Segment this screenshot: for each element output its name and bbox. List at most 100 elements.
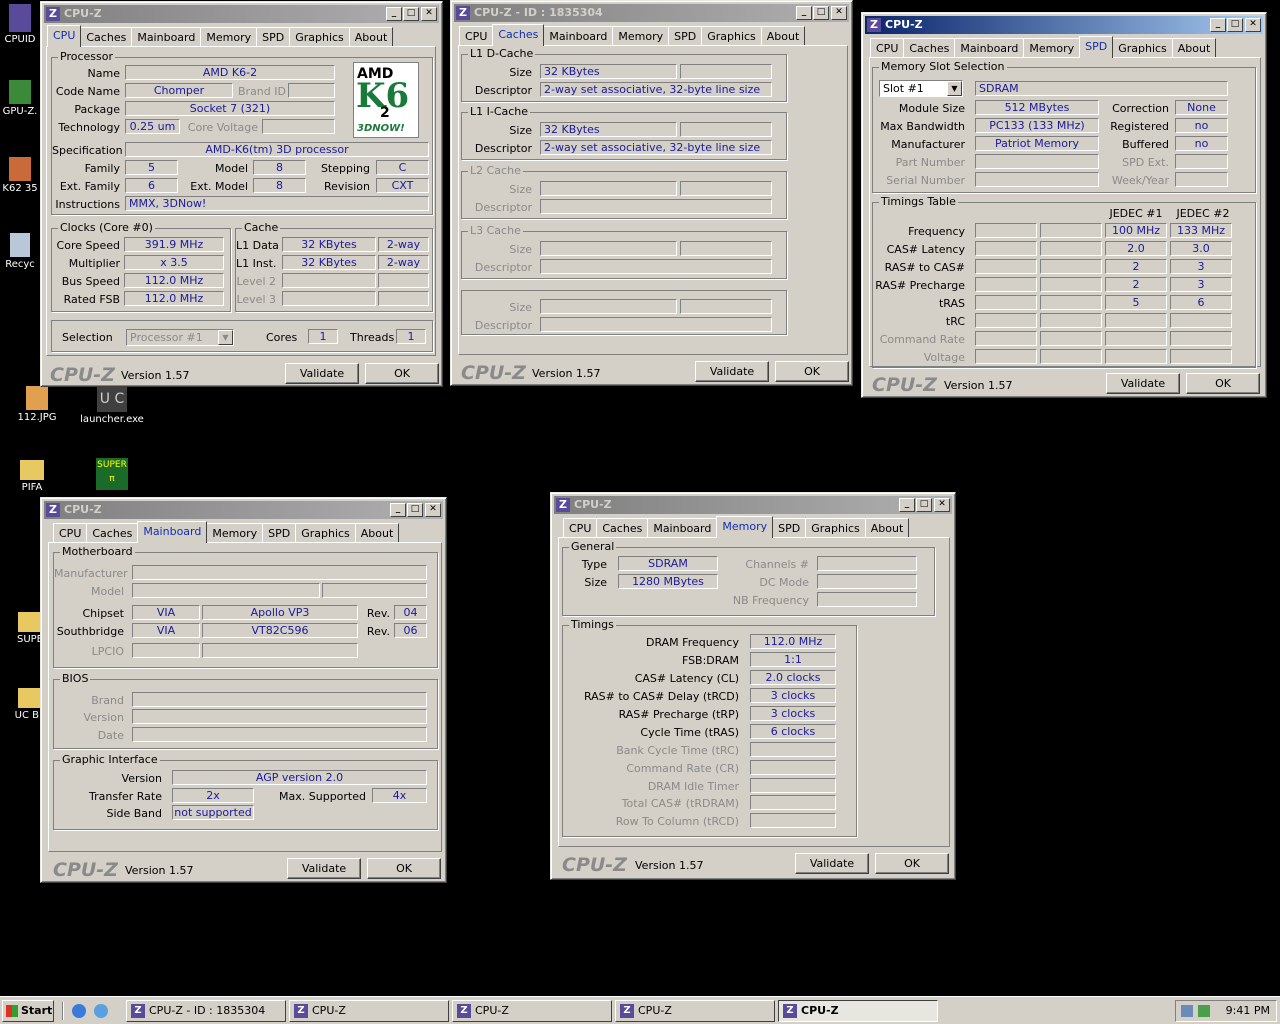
memory-size-value: 1280 MBytes bbox=[618, 574, 718, 589]
start-button[interactable]: Start bbox=[2, 1000, 54, 1022]
tab-about[interactable]: About bbox=[864, 518, 910, 538]
timing-cell bbox=[1040, 241, 1102, 256]
validate-button[interactable]: Validate bbox=[795, 853, 869, 874]
tab-mainboard[interactable]: Mainboard bbox=[131, 27, 202, 47]
tab-spd[interactable]: SPD bbox=[1079, 36, 1114, 58]
descriptor-label: Descriptor bbox=[474, 261, 532, 274]
tab-mainboard[interactable]: Mainboard bbox=[543, 26, 614, 46]
jedec2-frequency: 133 MHz bbox=[1170, 223, 1232, 238]
tab-spd[interactable]: SPD bbox=[256, 27, 291, 47]
timings-table-group: Timings Table JEDEC #1 JEDEC #2 Frequenc… bbox=[872, 195, 1256, 368]
tab-memory[interactable]: Memory bbox=[200, 27, 258, 47]
quicklaunch-icon[interactable] bbox=[94, 1004, 108, 1018]
maximize-button[interactable]: □ bbox=[813, 6, 829, 20]
validate-button[interactable]: Validate bbox=[695, 361, 769, 382]
tab-mainboard[interactable]: Mainboard bbox=[137, 521, 208, 543]
tab-memory[interactable]: Memory bbox=[612, 26, 670, 46]
tab-cpu[interactable]: CPU bbox=[47, 25, 82, 47]
close-button[interactable]: ✕ bbox=[934, 498, 950, 512]
tab-caches[interactable]: Caches bbox=[80, 27, 133, 47]
minimize-button[interactable]: _ bbox=[390, 503, 406, 517]
clock[interactable]: 9:41 PM bbox=[1226, 1004, 1270, 1017]
processor-select[interactable]: Processor #1 ▼ bbox=[126, 329, 234, 346]
x-descriptor-value bbox=[540, 317, 772, 332]
tab-memory[interactable]: Memory bbox=[1023, 38, 1081, 58]
tab-graphics[interactable]: Graphics bbox=[289, 27, 350, 47]
taskbar-item-cpuz-2[interactable]: Z CPU-Z bbox=[289, 1000, 449, 1022]
close-button[interactable]: ✕ bbox=[1245, 18, 1261, 32]
internet-explorer-icon[interactable] bbox=[72, 1004, 86, 1018]
tab-spd[interactable]: SPD bbox=[262, 523, 297, 543]
validate-button[interactable]: Validate bbox=[1106, 373, 1180, 394]
minimize-button[interactable]: _ bbox=[899, 498, 915, 512]
desktop-icon-recycle[interactable]: Recyc bbox=[0, 233, 40, 270]
tab-about[interactable]: About bbox=[760, 26, 806, 46]
tab-graphics[interactable]: Graphics bbox=[1112, 38, 1173, 58]
close-button[interactable]: ✕ bbox=[421, 7, 437, 21]
maximize-button[interactable]: □ bbox=[916, 498, 932, 512]
title-bar[interactable]: Z CPU-Z - ID : 1835304 _ □ ✕ bbox=[454, 4, 849, 22]
close-button[interactable]: ✕ bbox=[831, 6, 847, 20]
tab-memory[interactable]: Memory bbox=[716, 516, 774, 538]
tab-about[interactable]: About bbox=[348, 27, 394, 47]
taskbar-item-cpuz-3[interactable]: Z CPU-Z bbox=[452, 1000, 612, 1022]
tab-spd[interactable]: SPD bbox=[772, 518, 807, 538]
desktop-icon-launcher[interactable]: U C launcher.exe bbox=[76, 386, 148, 425]
ok-button[interactable]: OK bbox=[775, 361, 849, 382]
tray-app-icon[interactable] bbox=[1198, 1005, 1210, 1017]
tab-caches[interactable]: Caches bbox=[492, 24, 545, 46]
title-bar[interactable]: Z CPU-Z _ □ ✕ bbox=[865, 16, 1263, 34]
tab-cpu[interactable]: CPU bbox=[459, 26, 494, 46]
timings-group: Timings DRAM Frequency 112.0 MHz FSB:DRA… bbox=[562, 618, 857, 837]
descriptor-label: Descriptor bbox=[474, 84, 532, 97]
taskbar-item-cpuz-4[interactable]: Z CPU-Z bbox=[615, 1000, 775, 1022]
tab-caches[interactable]: Caches bbox=[86, 523, 139, 543]
validate-button[interactable]: Validate bbox=[285, 363, 359, 384]
tab-mainboard[interactable]: Mainboard bbox=[954, 38, 1025, 58]
title-bar[interactable]: Z CPU-Z _ □ ✕ bbox=[44, 5, 439, 23]
dram-frequency-value: 112.0 MHz bbox=[750, 634, 836, 649]
desktop-icon-k62[interactable]: K62 35 bbox=[0, 157, 40, 194]
maximize-button[interactable]: □ bbox=[403, 7, 419, 21]
minimize-button[interactable]: _ bbox=[796, 6, 812, 20]
desktop-icon-cpuid[interactable]: CPUID bbox=[0, 4, 40, 45]
tab-cpu[interactable]: CPU bbox=[870, 38, 905, 58]
desktop-icon-112jpg[interactable]: 112.JPG bbox=[12, 386, 62, 423]
desktop-icon-gpuz[interactable]: GPU-Z. bbox=[0, 80, 40, 117]
timing-cell bbox=[1105, 349, 1167, 364]
tab-about[interactable]: About bbox=[354, 523, 400, 543]
tab-cpu[interactable]: CPU bbox=[563, 518, 598, 538]
minimize-button[interactable]: _ bbox=[1210, 18, 1226, 32]
slot-select[interactable]: Slot #1 ▼ bbox=[879, 80, 963, 97]
tab-spd[interactable]: SPD bbox=[668, 26, 703, 46]
ok-button[interactable]: OK bbox=[367, 858, 441, 879]
validate-button[interactable]: Validate bbox=[287, 858, 361, 879]
tab-caches[interactable]: Caches bbox=[903, 38, 956, 58]
minimize-button[interactable]: _ bbox=[386, 7, 402, 21]
superpi-icon[interactable]: SUPER π bbox=[96, 458, 128, 490]
lpcio-label: LPCIO bbox=[91, 645, 124, 658]
tab-mainboard[interactable]: Mainboard bbox=[647, 518, 718, 538]
desktop-icon-pifa[interactable]: PIFA bbox=[12, 460, 52, 493]
title-bar[interactable]: Z CPU-Z _ □ ✕ bbox=[44, 501, 443, 519]
maximize-button[interactable]: □ bbox=[407, 503, 423, 517]
tab-about[interactable]: About bbox=[1171, 38, 1217, 58]
l1i-extra-value bbox=[680, 122, 772, 137]
tab-graphics[interactable]: Graphics bbox=[295, 523, 356, 543]
close-button[interactable]: ✕ bbox=[425, 503, 441, 517]
ok-button[interactable]: OK bbox=[875, 853, 949, 874]
dram-frequency-label: DRAM Frequency bbox=[645, 636, 739, 649]
taskbar-item-caches[interactable]: Z CPU-Z - ID : 1835304 bbox=[126, 1000, 286, 1022]
ok-button[interactable]: OK bbox=[365, 363, 439, 384]
tab-graphics[interactable]: Graphics bbox=[701, 26, 762, 46]
maximize-button[interactable]: □ bbox=[1227, 18, 1243, 32]
serial-number-label: Serial Number bbox=[886, 174, 965, 187]
network-icon[interactable] bbox=[1181, 1005, 1193, 1017]
tab-cpu[interactable]: CPU bbox=[53, 523, 88, 543]
tab-memory[interactable]: Memory bbox=[206, 523, 264, 543]
ok-button[interactable]: OK bbox=[1186, 373, 1260, 394]
taskbar-item-cpuz-active[interactable]: Z CPU-Z bbox=[778, 1000, 938, 1022]
title-bar[interactable]: Z CPU-Z _ □ ✕ bbox=[554, 496, 952, 514]
tab-graphics[interactable]: Graphics bbox=[805, 518, 866, 538]
tab-caches[interactable]: Caches bbox=[596, 518, 649, 538]
